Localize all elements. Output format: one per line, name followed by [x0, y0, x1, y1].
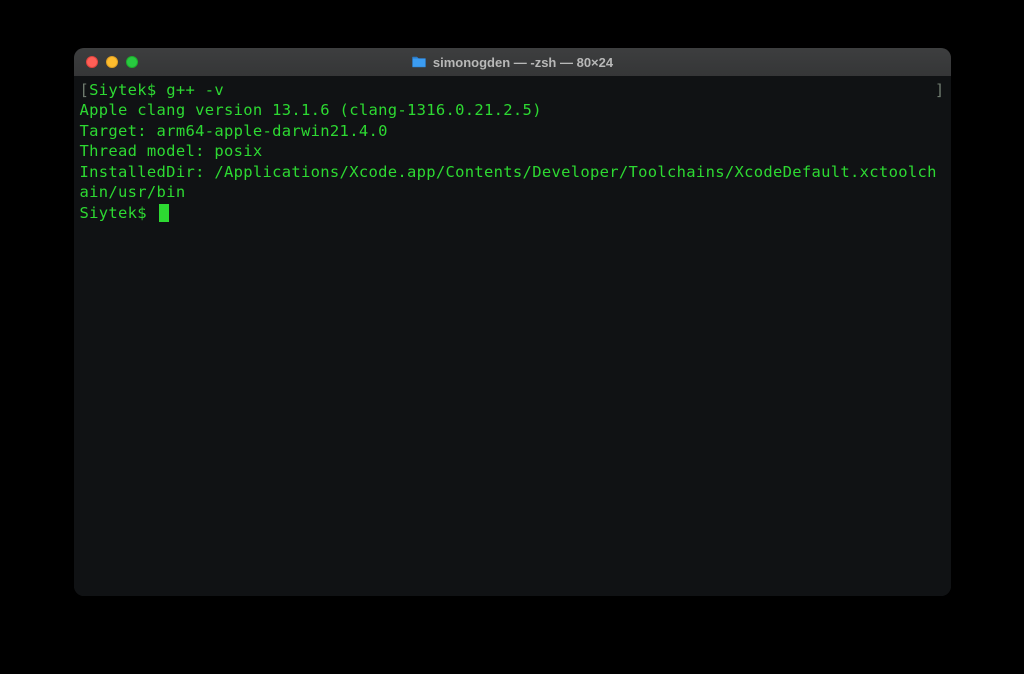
- titlebar[interactable]: simonogden — -zsh — 80×24: [74, 48, 951, 76]
- terminal-line: Thread model: posix: [80, 141, 945, 161]
- maximize-button[interactable]: [126, 56, 138, 68]
- terminal-line: InstalledDir: /Applications/Xcode.app/Co…: [80, 162, 945, 203]
- window-title: simonogden — -zsh — 80×24: [433, 55, 613, 70]
- terminal-prompt-line: Siytek$: [80, 203, 945, 223]
- minimize-button[interactable]: [106, 56, 118, 68]
- terminal-line: Apple clang version 13.1.6 (clang-1316.0…: [80, 100, 945, 120]
- title-area: simonogden — -zsh — 80×24: [74, 54, 951, 70]
- bracket-right: ]: [935, 80, 945, 100]
- terminal-line: Target: arm64-apple-darwin21.4.0: [80, 121, 945, 141]
- terminal-prompt: Siytek$: [80, 203, 157, 223]
- terminal-line: [Siytek$ g++ -v: [80, 80, 225, 100]
- traffic-lights: [86, 56, 138, 68]
- folder-icon: [411, 54, 427, 70]
- close-button[interactable]: [86, 56, 98, 68]
- cursor: [159, 204, 169, 222]
- terminal-window: simonogden — -zsh — 80×24 [Siytek$ g++ -…: [74, 48, 951, 596]
- bracket-left: [: [80, 81, 90, 99]
- terminal-content[interactable]: [Siytek$ g++ -v ] Apple clang version 13…: [74, 76, 951, 596]
